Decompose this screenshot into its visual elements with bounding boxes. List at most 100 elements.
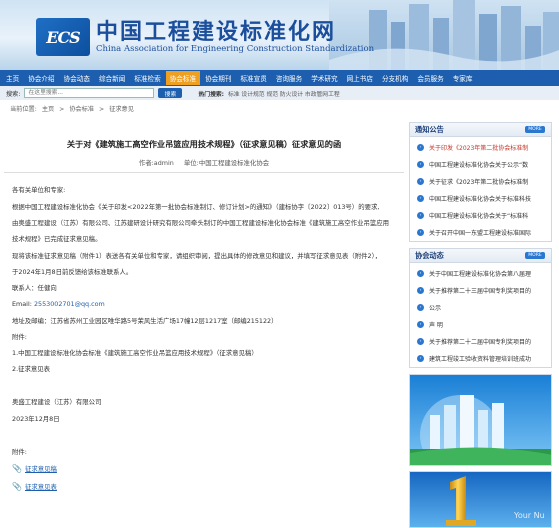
news-panel: 协会动态 MORE › 关于中国工程建设标准化协会第八届理 › 关于推荐第二十三届中国… bbox=[409, 248, 552, 368]
paragraph-2-line-1: 现将该标准征求意见稿（附件1）表送各有关单位和专家，请组织审阅，提出具体的修改意… bbox=[12, 252, 382, 260]
sidebar-list-item[interactable]: › 关于召开中国一东盟工程建设标准国际 bbox=[417, 228, 549, 237]
sidebar-list-item[interactable]: › 中国工程建设标准化协会关于标准科技 bbox=[417, 194, 549, 203]
sidebar-list-item-label[interactable]: 关于印发《2023年第二批协会标准制 bbox=[429, 143, 528, 152]
sidebar-list-item-label[interactable]: 关于征求《2023年第二批协会标准制 bbox=[429, 177, 528, 186]
sidebar-list-item[interactable]: › 关于征求《2023年第二批协会标准制 bbox=[417, 177, 549, 186]
sidebar-list-item-label[interactable]: 声 明 bbox=[429, 320, 443, 329]
nav-item[interactable]: 协会标准 bbox=[165, 71, 201, 85]
nav-item[interactable]: 咨询服务 bbox=[276, 73, 302, 83]
paragraph-1-line-2: 由奥盛工程建设（江苏）有限公司、江苏建研设计研究有限公司牵头制订的中国工程建设标… bbox=[12, 219, 390, 227]
sidebar-list-item[interactable]: › 声 明 bbox=[417, 320, 549, 329]
site-header-banner: ECS 中国工程建设标准化网 China Association for Eng… bbox=[0, 0, 559, 70]
ad-slogan: Your Nu bbox=[513, 511, 545, 520]
nav-item[interactable]: 学术研究 bbox=[311, 73, 337, 83]
search-button[interactable]: 搜索 bbox=[158, 88, 183, 98]
banner-ad-number-one[interactable]: Your Nu bbox=[409, 471, 552, 528]
sidebar-list-item-label[interactable]: 关于推荐第二十三届中国专利奖项目的 bbox=[429, 286, 531, 295]
bullet-arrow-icon: › bbox=[417, 355, 424, 362]
bullet-arrow-icon: › bbox=[417, 304, 424, 311]
breadcrumb-item-association-standards[interactable]: 协会标准 bbox=[69, 106, 94, 113]
sidebar-list-item-label[interactable]: 关于召开中国一东盟工程建设标准国际 bbox=[429, 228, 531, 237]
site-title: 中国工程建设标准化网 bbox=[96, 19, 337, 45]
nav-item[interactable]: 标准宣贯 bbox=[240, 73, 266, 83]
nav-item[interactable]: 协会期刊 bbox=[205, 73, 231, 83]
banner-ad-city[interactable] bbox=[409, 374, 552, 466]
paragraph-2-line-2: 于2024年1月8日前反馈给该标准联系人。 bbox=[12, 268, 133, 276]
news-panel-header: 协会动态 MORE bbox=[410, 249, 551, 263]
sidebar-list-item-label[interactable]: 关于推荐第二十二届中国专利奖项目的 bbox=[429, 337, 531, 346]
article-title: 关于对《建筑施工高空作业吊篮应用技术规程》（征求意见稿）征求意见的函 bbox=[66, 139, 342, 149]
attachment-file-2[interactable]: 📎 征求意见表 bbox=[12, 482, 57, 491]
article: 关于对《建筑施工高空作业吊篮应用技术规程》（征求意见稿）征求意见的函 作者:ad… bbox=[4, 122, 404, 528]
files-label: 附件: bbox=[12, 448, 27, 456]
bullet-arrow-icon: › bbox=[417, 270, 424, 277]
attachment-2-text: 2.征求意见表 bbox=[12, 365, 51, 373]
notice-panel-header: 通知公告 MORE bbox=[410, 123, 551, 137]
divider bbox=[4, 172, 404, 173]
nav-item[interactable]: 标准检索 bbox=[134, 73, 160, 83]
nav-item[interactable]: 综合新闻 bbox=[99, 73, 125, 83]
attachment-link-1[interactable]: 征求意见稿 bbox=[25, 464, 57, 473]
bullet-arrow-icon: › bbox=[417, 178, 424, 185]
bullet-arrow-icon: › bbox=[417, 195, 424, 202]
news-more-button[interactable]: MORE bbox=[525, 252, 545, 259]
breadcrumb-sep: > bbox=[99, 106, 105, 113]
greeting: 各有关单位和专家: bbox=[12, 186, 66, 194]
email-link[interactable]: 2553002701@qq.com bbox=[34, 300, 105, 308]
notice-title: 通知公告 bbox=[415, 125, 444, 134]
attachment-link-2[interactable]: 征求意见表 bbox=[25, 482, 57, 491]
breadcrumb-prefix: 当前位置: bbox=[10, 106, 37, 113]
bullet-arrow-icon: › bbox=[417, 321, 424, 328]
sidebar-list-item-label[interactable]: 中国工程建设标准化协会关于标准科技 bbox=[429, 194, 531, 203]
sidebar-list-item[interactable]: › 关于中国工程建设标准化协会第八届理 bbox=[417, 269, 549, 278]
email-label: Email: bbox=[12, 300, 32, 308]
site-subtitle: China Association for Engineering Constr… bbox=[96, 44, 375, 54]
article-author: 作者:admin bbox=[138, 159, 174, 167]
breadcrumb-item-comments[interactable]: 征求意见 bbox=[109, 106, 134, 113]
nav-item[interactable]: 主页 bbox=[6, 73, 19, 83]
nav-item[interactable]: 协会介绍 bbox=[28, 73, 54, 83]
breadcrumb-sep: > bbox=[59, 106, 65, 113]
bullet-arrow-icon: › bbox=[417, 144, 424, 151]
notice-panel: 通知公告 MORE › 关于印发《2023年第二批协会标准制 › 中国工程建设标准化协… bbox=[409, 122, 552, 242]
attachment-1-text: 1.中国工程建设标准化协会标准《建筑施工高空作业吊篮应用技术规程》（征求意见稿） bbox=[12, 349, 258, 357]
sidebar-list-item-label[interactable]: 关于中国工程建设标准化协会第八届理 bbox=[429, 269, 531, 278]
search-input[interactable] bbox=[24, 88, 155, 98]
city-ad-image bbox=[410, 375, 551, 465]
nav-item[interactable]: 协会动态 bbox=[64, 73, 90, 83]
number-one-ad-image: Your Nu bbox=[410, 472, 551, 527]
search-bar: 搜索: 搜索 热门搜索: 标准 设计规范 规范 防火设计 市政管网工程 bbox=[0, 86, 559, 100]
paragraph-1-line-1: 根据中国工程建设标准化协会《关于印发<2022年第一批协会标准制订、修订计划>的… bbox=[12, 203, 380, 211]
nav-item[interactable]: 网上书店 bbox=[347, 73, 373, 83]
ecs-logo[interactable]: ECS bbox=[36, 18, 90, 56]
sidebar-list-item[interactable]: › 关于印发《2023年第二批协会标准制 bbox=[417, 143, 549, 152]
paperclip-icon: 📎 bbox=[12, 482, 22, 491]
date: 2023年12月8日 bbox=[12, 415, 60, 423]
breadcrumb-item-home[interactable]: 主页 bbox=[42, 106, 54, 113]
sidebar-list-item[interactable]: › 关于推荐第二十二届中国专利奖项目的 bbox=[417, 337, 549, 346]
main-nav: 主页 协会介绍 协会动态 综合新闻 标准检索 协会标准 协会期刊 标准宣贯 咨询服务 学术研究 网上… bbox=[0, 70, 559, 86]
attachments-label: 附件: bbox=[12, 333, 27, 341]
attachment-file-1[interactable]: 📎 征求意见稿 bbox=[12, 464, 57, 473]
search-label: 搜索: bbox=[6, 90, 21, 98]
sidebar-list-item-label[interactable]: 建筑工程竣工验收资料管理培训班成功 bbox=[429, 354, 531, 363]
sidebar-list-item-label[interactable]: 中国工程建设标准化协会关于“标准科 bbox=[429, 211, 528, 220]
contact-email-row: Email: 2553002701@qq.com bbox=[12, 296, 407, 312]
sidebar-list-item[interactable]: › 关于推荐第二十三届中国专利奖项目的 bbox=[417, 286, 549, 295]
sidebar-list-item[interactable]: › 建筑工程竣工验收资料管理培训班成功 bbox=[417, 354, 549, 363]
hot-search-terms[interactable]: 标准 设计规范 规范 防火设计 市政管网工程 bbox=[228, 89, 340, 98]
nav-item[interactable]: 会员服务 bbox=[417, 73, 443, 83]
nav-item[interactable]: 分支机构 bbox=[382, 73, 408, 83]
sidebar-list-item[interactable]: › 中国工程建设标准化协会关于公示“数 bbox=[417, 160, 549, 169]
bullet-arrow-icon: › bbox=[417, 161, 424, 168]
breadcrumb: 当前位置: 主页 > 协会标准 > 征求意见 bbox=[10, 104, 137, 113]
nav-item[interactable]: 专家库 bbox=[453, 73, 473, 83]
paperclip-icon: 📎 bbox=[12, 464, 22, 473]
bullet-arrow-icon: › bbox=[417, 338, 424, 345]
notice-more-button[interactable]: MORE bbox=[525, 126, 545, 133]
bullet-arrow-icon: › bbox=[417, 212, 424, 219]
sidebar-list-item-label[interactable]: 公示 bbox=[429, 303, 441, 312]
sidebar-list-item[interactable]: › 中国工程建设标准化协会关于“标准科 bbox=[417, 211, 549, 220]
sidebar-list-item[interactable]: › 公示 bbox=[417, 303, 549, 312]
sidebar-list-item-label[interactable]: 中国工程建设标准化协会关于公示“数 bbox=[429, 160, 528, 169]
